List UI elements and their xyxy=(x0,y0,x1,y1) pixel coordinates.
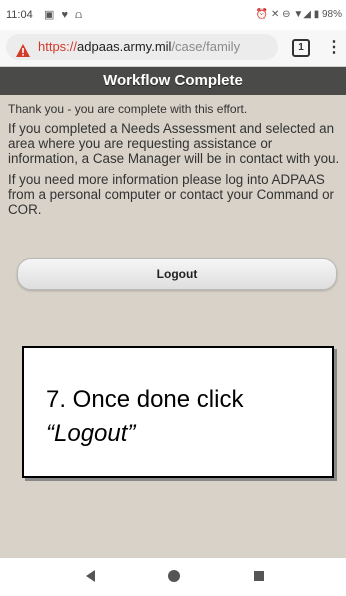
android-nav-bar xyxy=(0,558,346,596)
callout-step-text: 7. Once done click xyxy=(46,386,244,413)
warning-icon[interactable] xyxy=(16,40,30,60)
tab-switcher-button[interactable]: 1 xyxy=(292,39,310,57)
status-time: 11:04 xyxy=(6,9,33,21)
notification-icons: ▣ ♥ ⩍ xyxy=(44,9,85,21)
url-host: adpaas.army.mil xyxy=(77,39,172,54)
thank-you-text: Thank you - you are complete with this e… xyxy=(8,102,248,116)
needs-assessment-text: If you completed a Needs Assessment and … xyxy=(8,121,340,166)
callout-action-text: “Logout” xyxy=(46,420,136,447)
url-text[interactable]: https://adpaas.army.mil/case/family xyxy=(38,34,240,60)
more-info-text: If you need more information please log … xyxy=(8,172,334,217)
address-bar[interactable]: https://adpaas.army.mil/case/family xyxy=(6,34,278,60)
logout-button[interactable]: Logout xyxy=(17,258,337,290)
page-content: Thank you - you are complete with this e… xyxy=(8,102,340,223)
url-scheme: https:// xyxy=(38,39,78,54)
url-path: /case/family xyxy=(171,39,241,54)
recents-icon[interactable] xyxy=(254,571,264,581)
page-title: Workflow Complete xyxy=(0,67,346,95)
home-icon[interactable] xyxy=(168,570,180,582)
browser-toolbar: https://adpaas.army.mil/case/family 1 ⋮ xyxy=(0,30,346,67)
status-bar: 11:04 ▣ ♥ ⩍ ⏰ ✕ ⊖ ▼◢ ▮ 98% xyxy=(0,0,346,30)
instruction-callout: 7. Once done click “Logout” xyxy=(22,346,334,478)
overflow-menu-icon[interactable]: ⋮ xyxy=(326,37,342,57)
back-icon[interactable] xyxy=(86,570,95,582)
system-status-icons: ⏰ ✕ ⊖ ▼◢ ▮ 98% xyxy=(255,9,342,20)
